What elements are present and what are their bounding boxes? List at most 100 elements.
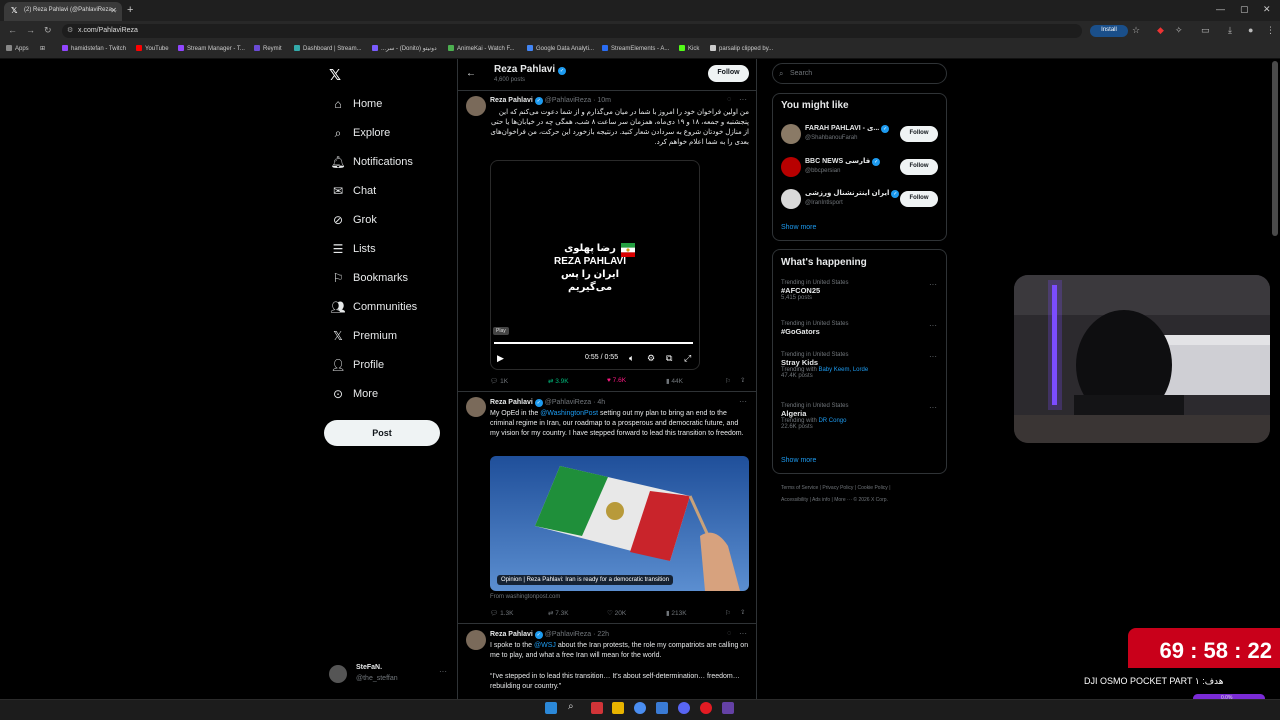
extensions-icon[interactable]: ✧ — [1175, 25, 1183, 36]
tweet-more-icon[interactable]: ··· — [739, 95, 747, 104]
suggestion-follow-button[interactable]: Follow — [900, 126, 938, 142]
play-icon[interactable]: ▶ — [497, 353, 504, 364]
footer-link[interactable]: Accessibility — [781, 497, 808, 503]
chrome-icon[interactable] — [634, 702, 646, 714]
bookmark-donito[interactable]: ...سر - (Donito) دونیتو — [372, 45, 437, 52]
trend-more-icon[interactable]: ··· — [929, 403, 937, 412]
tweet-avatar[interactable] — [466, 397, 486, 417]
tweet-avatar[interactable] — [466, 96, 486, 116]
trend-item[interactable]: Trending in United States #GoGators ··· — [781, 321, 941, 336]
grok-tweet-icon[interactable]: ◌ — [727, 630, 731, 637]
grok-tweet-icon[interactable]: ◌ — [727, 96, 731, 103]
show-more-trends-link[interactable]: Show more — [781, 457, 816, 464]
taskbar-app-icon[interactable] — [656, 702, 668, 714]
sidepanel-icon[interactable]: ▭ — [1201, 25, 1210, 36]
install-button[interactable]: Install — [1090, 25, 1128, 37]
address-bar[interactable]: ⚙ x.com/PahlaviReza — [62, 24, 1082, 38]
search-input[interactable]: ⌕ Search — [772, 63, 947, 84]
back-arrow-icon[interactable]: ← — [466, 68, 476, 79]
close-tab-icon[interactable]: ✕ — [110, 6, 117, 15]
nav-home[interactable]: ⌂ Home — [329, 94, 382, 114]
bookmark-animekai[interactable]: AnimeKai - Watch F... — [448, 45, 514, 52]
bookmark-youtube[interactable]: YouTube — [136, 45, 169, 52]
link-source[interactable]: From washingtonpost.com — [490, 594, 560, 600]
suggestion-follow-button[interactable]: Follow — [900, 159, 938, 175]
browser-tab[interactable]: 𝕏 (2) Reza Pahlavi (@PahlaviReza... ✕ — [4, 2, 122, 21]
footer-link[interactable]: Cookie Policy — [858, 485, 888, 491]
taskbar-app-icon[interactable] — [722, 702, 734, 714]
reply-action[interactable]: 💬︎ 1K — [490, 377, 508, 385]
new-tab-button[interactable]: + — [127, 4, 133, 16]
bookmark-stream-manager[interactable]: Stream Manager - T... — [178, 45, 245, 52]
fullscreen-icon[interactable]: ⤢ — [684, 353, 691, 364]
suggestion-avatar[interactable] — [781, 157, 801, 177]
suggestion-avatar[interactable] — [781, 124, 801, 144]
suggestion-name[interactable]: BBC NEWS فارسی ✓ — [805, 157, 881, 166]
pdf-extension-icon[interactable]: ◆ — [1157, 25, 1164, 36]
mention-link[interactable]: @WSJ — [534, 642, 556, 649]
nav-chat[interactable]: ✉ Chat — [329, 181, 376, 201]
views-action[interactable]: ▮ 44K — [666, 377, 683, 385]
account-switcher[interactable]: SteFaN. @the_steffan ··· — [329, 663, 454, 689]
close-window-icon[interactable]: ✕ — [1263, 4, 1271, 15]
share-icon[interactable]: ⇪ — [740, 376, 745, 384]
post-button[interactable]: Post — [324, 420, 440, 446]
profile-icon[interactable]: ● — [1248, 25, 1253, 35]
trend-more-icon[interactable]: ··· — [929, 352, 937, 361]
site-info-icon[interactable]: ⚙ — [67, 26, 73, 34]
reply-action[interactable]: 💬︎ 1.3K — [490, 609, 513, 617]
tweet-more-icon[interactable]: ··· — [739, 629, 747, 638]
bookmark-reymit[interactable]: Reymit — [254, 45, 282, 52]
download-icon[interactable]: ⤓ — [1228, 25, 1232, 36]
like-action[interactable]: ♡ 20K — [607, 609, 626, 617]
minimize-icon[interactable]: — — [1216, 4, 1225, 14]
star-icon[interactable]: ☆ — [1132, 25, 1140, 36]
footer-link[interactable]: Terms of Service — [781, 485, 818, 491]
settings-gear-icon[interactable]: ⚙ — [647, 353, 655, 364]
nav-notifications[interactable]: 🔔︎ Notifications — [329, 152, 413, 172]
pip-icon[interactable]: ⧉ — [666, 353, 672, 364]
footer-link[interactable]: More ··· — [834, 497, 852, 503]
bookmark-parsalip[interactable]: parsalip clipped by... — [710, 45, 773, 52]
nav-communities[interactable]: 👥︎ Communities — [329, 297, 417, 317]
bookmark-grid-icon[interactable]: ⊞ — [40, 45, 45, 52]
mention-link[interactable]: @WashingtonPost — [540, 410, 598, 417]
taskbar-app-icon[interactable] — [700, 702, 712, 714]
page-scrollbar[interactable] — [1272, 61, 1278, 236]
nav-grok[interactable]: ⊘ Grok — [329, 210, 377, 230]
show-more-link[interactable]: Show more — [781, 224, 816, 231]
profile-follow-button[interactable]: Follow — [708, 65, 749, 82]
bookmark-apps[interactable]: Apps — [6, 45, 29, 52]
account-more-icon[interactable]: ··· — [439, 667, 447, 676]
nav-explore[interactable]: ⌕ Explore — [329, 123, 391, 143]
maximize-icon[interactable]: ▢ — [1240, 4, 1249, 15]
nav-lists[interactable]: ☰ Lists — [329, 239, 376, 259]
x-logo-icon[interactable]: 𝕏 — [329, 66, 341, 84]
nav-more[interactable]: ⊙ More — [329, 384, 378, 404]
bookmark-dashboard[interactable]: Dashboard | Stream... — [294, 45, 362, 52]
back-icon[interactable]: ← — [8, 25, 17, 35]
repost-action[interactable]: ⇄ 3.9K — [548, 377, 569, 385]
tweet-avatar[interactable] — [466, 630, 486, 650]
footer-link[interactable]: Privacy Policy — [822, 485, 853, 491]
trend-more-icon[interactable]: ··· — [929, 280, 937, 289]
trend-item[interactable]: Trending in United States Stray Kids Tre… — [781, 352, 941, 379]
bookmark-tweet-icon[interactable]: ⚐ — [725, 377, 731, 385]
discord-icon[interactable] — [678, 702, 690, 714]
trend-more-icon[interactable]: ··· — [929, 321, 937, 330]
tweet-image[interactable] — [490, 456, 749, 591]
like-action[interactable]: ♥ 7.6K — [607, 377, 626, 384]
file-explorer-icon[interactable] — [612, 702, 624, 714]
reload-icon[interactable]: ↻ — [44, 25, 52, 36]
views-action[interactable]: ▮ 213K — [666, 609, 687, 617]
bookmark-streamelements[interactable]: StreamElements - A... — [602, 45, 669, 52]
windows-start-icon[interactable] — [545, 702, 557, 714]
bookmark-google-data[interactable]: Google Data Analyti... — [527, 45, 594, 52]
bookmark-twitch[interactable]: hamidstefan - Twitch — [62, 45, 126, 52]
suggestion-follow-button[interactable]: Follow — [900, 191, 938, 207]
nav-bookmarks[interactable]: ⚐ Bookmarks — [329, 268, 408, 288]
forward-icon[interactable]: → — [26, 25, 35, 35]
bookmark-tweet-icon[interactable]: ⚐ — [725, 609, 731, 617]
share-icon[interactable]: ⇪ — [740, 608, 745, 616]
volume-icon[interactable]: 🔈︎ — [629, 353, 634, 364]
